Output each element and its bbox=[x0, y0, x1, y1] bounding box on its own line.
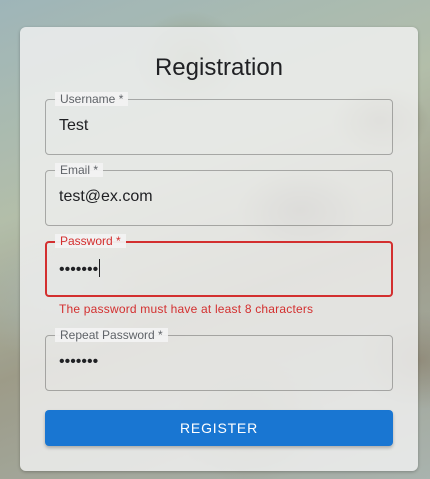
username-field[interactable]: Username * Test bbox=[45, 92, 393, 155]
email-label: Email * bbox=[55, 163, 104, 177]
form-title: Registration bbox=[154, 54, 284, 81]
password-field[interactable]: Password * ••••••• bbox=[45, 234, 393, 297]
email-field[interactable]: Email * test@ex.com bbox=[45, 163, 393, 226]
text-cursor bbox=[99, 259, 101, 277]
repeat-password-field[interactable]: Repeat Password * ••••••• bbox=[45, 328, 393, 391]
password-error-text: The password must have at least 8 charac… bbox=[59, 302, 314, 316]
username-value[interactable]: Test bbox=[59, 117, 88, 135]
registration-card: Registration Username * Test Email * tes… bbox=[20, 27, 418, 471]
email-value[interactable]: test@ex.com bbox=[59, 188, 153, 206]
password-value: ••••••• bbox=[59, 261, 99, 278]
password-label: Password * bbox=[55, 234, 126, 248]
password-value-wrap[interactable]: ••••••• bbox=[59, 259, 101, 279]
register-button[interactable]: REGISTER bbox=[45, 410, 393, 446]
repeat-password-value[interactable]: ••••••• bbox=[59, 353, 98, 371]
username-label: Username * bbox=[55, 92, 129, 106]
repeat-password-label: Repeat Password * bbox=[55, 328, 168, 342]
